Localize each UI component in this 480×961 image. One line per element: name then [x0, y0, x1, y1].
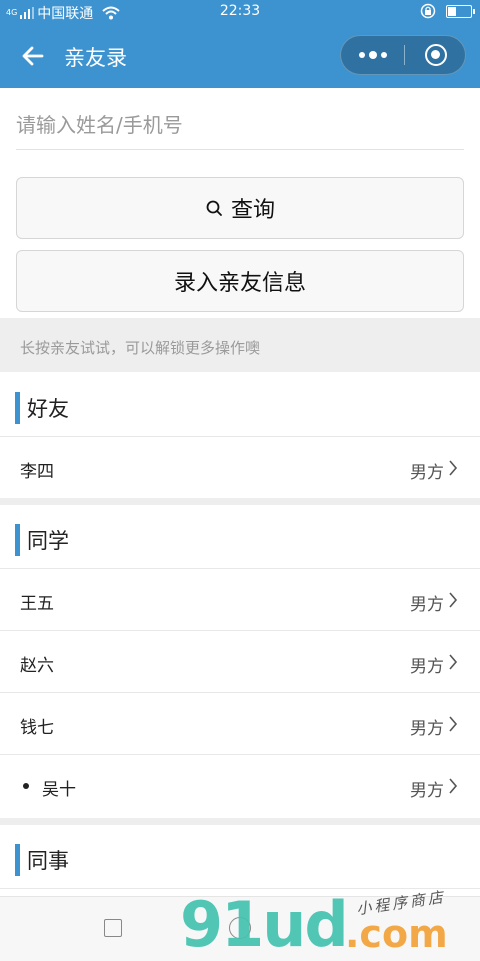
contact-side: 男方 — [410, 657, 444, 677]
list-item[interactable]: 吴十 男方 — [0, 755, 480, 817]
search-icon — [206, 200, 222, 216]
group-accent-bar — [15, 844, 20, 876]
group-title: 好友 — [27, 397, 69, 421]
section-divider — [0, 498, 480, 505]
section-divider — [0, 818, 480, 825]
battery-level — [448, 6, 457, 16]
group-header-classmates: 同学 — [0, 505, 480, 569]
contact-name: 李四 — [20, 462, 54, 482]
list-item[interactable]: 赵六 男方 — [0, 631, 480, 693]
contact-name: 王五 — [20, 594, 54, 614]
add-relative-button-label: 录入亲友信息 — [173, 271, 306, 296]
page-title: 亲友录 — [64, 46, 127, 70]
query-button-label: 查询 — [230, 198, 275, 223]
group-title: 同事 — [27, 849, 69, 873]
status-time: 22:33 — [219, 3, 261, 19]
contact-name: 吴十 — [42, 780, 76, 800]
tip-text: 长按亲友试试，可以解锁更多操作噢 — [0, 318, 480, 372]
recent-apps-icon[interactable] — [104, 919, 122, 937]
navigation-bar: 亲友录 — [0, 24, 480, 88]
capsule-divider — [404, 45, 405, 65]
group-header-friends: 好友 — [0, 373, 480, 437]
contact-side: 男方 — [410, 781, 444, 801]
list-item[interactable]: 李四 男方 — [0, 437, 480, 499]
add-relative-button[interactable]: 录入亲友信息 — [16, 250, 464, 312]
chevron-right-icon — [449, 716, 458, 732]
more-dots-icon[interactable] — [341, 36, 404, 74]
chevron-right-icon — [449, 592, 458, 608]
group-title: 同学 — [27, 529, 69, 553]
group-header-colleagues: 同事 — [0, 825, 480, 889]
status-bar: 4G 中国联通 22:33 — [0, 0, 480, 24]
watermark-main: 91ud — [180, 888, 349, 961]
chevron-right-icon — [449, 654, 458, 670]
contact-name: 赵六 — [20, 656, 54, 676]
contact-side: 男方 — [410, 719, 444, 739]
chevron-right-icon — [449, 460, 458, 476]
target-circle-icon[interactable] — [425, 44, 447, 66]
bullet-dot-icon — [23, 783, 29, 789]
status-right — [420, 3, 475, 19]
query-button[interactable]: 查询 — [16, 177, 464, 239]
group-accent-bar — [15, 524, 20, 556]
battery-icon — [446, 4, 475, 18]
menu-capsule — [340, 35, 466, 75]
group-accent-bar — [15, 392, 20, 424]
chevron-right-icon — [449, 778, 458, 794]
search-input[interactable] — [16, 100, 464, 150]
list-item[interactable]: 钱七 男方 — [0, 693, 480, 755]
list-item[interactable]: 王五 男方 — [0, 569, 480, 631]
contact-name: 钱七 — [20, 718, 54, 738]
rotation-lock-icon — [420, 3, 436, 19]
contact-side: 男方 — [410, 595, 444, 615]
contact-side: 男方 — [410, 463, 444, 483]
arrow-left-icon[interactable] — [20, 43, 46, 69]
